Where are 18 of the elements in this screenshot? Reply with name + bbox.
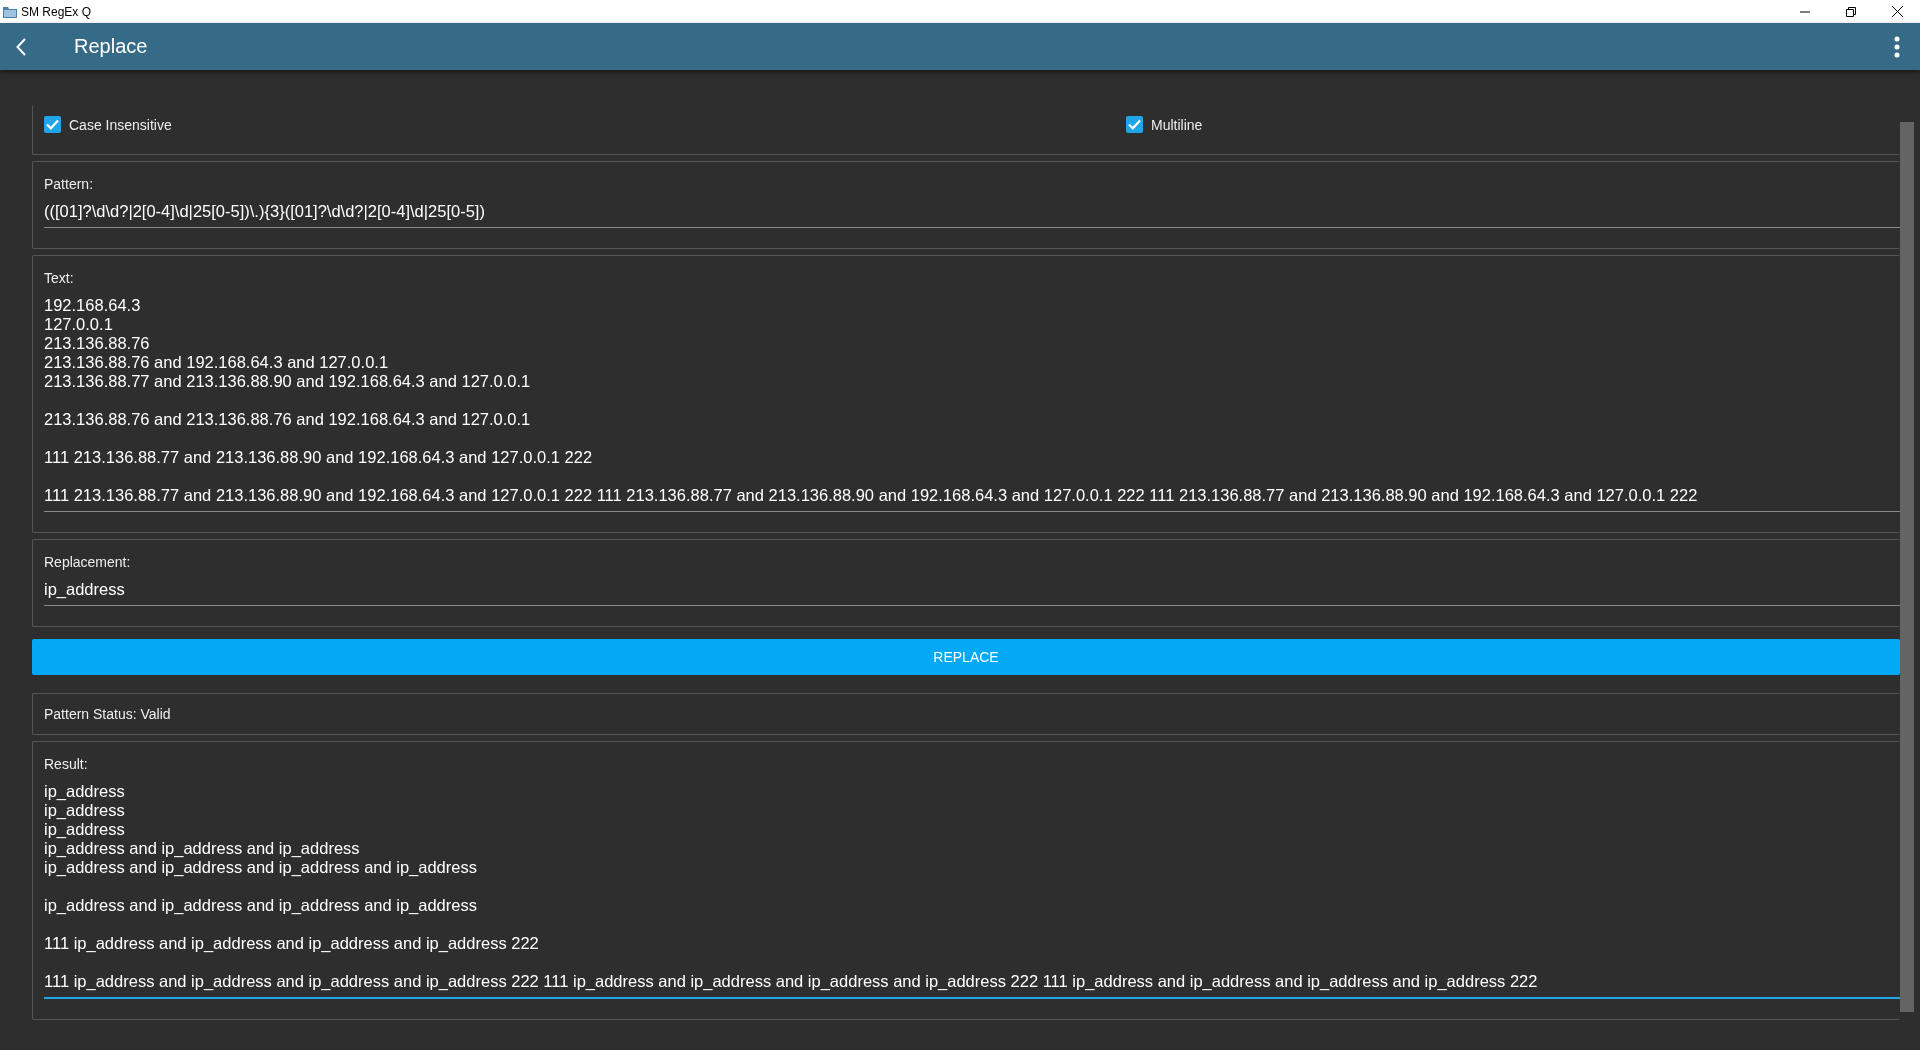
more-options-button[interactable] <box>1894 35 1902 58</box>
field-label: Pattern: <box>44 175 95 194</box>
scrollbar[interactable] <box>1900 122 1914 1012</box>
page-title: Replace <box>74 35 149 58</box>
checkbox-label: Case Insensitive <box>69 116 172 133</box>
field-label: Replacement: <box>44 553 132 572</box>
pattern-field[interactable]: (([01]?\d\d?|2[0-4]\d|25[0-5])\.){3}([01]?\d\d?|2[0-4]\d|25[0-5]) <box>44 202 1900 228</box>
checkbox[interactable] <box>44 116 61 133</box>
window-title: SM RegEx Q <box>21 4 93 19</box>
restore-icon[interactable] <box>1846 6 1856 17</box>
close-icon[interactable] <box>1891 6 1903 17</box>
checkbox[interactable] <box>1126 116 1144 133</box>
field-label: Text: <box>44 269 75 288</box>
pattern-status: Pattern Status: Valid <box>44 706 171 722</box>
field-label: Result: <box>44 755 89 774</box>
checkbox-label: Multiline <box>1151 116 1203 133</box>
replacement-field[interactable]: ip_address <box>44 580 1900 606</box>
folder-icon <box>3 5 17 18</box>
